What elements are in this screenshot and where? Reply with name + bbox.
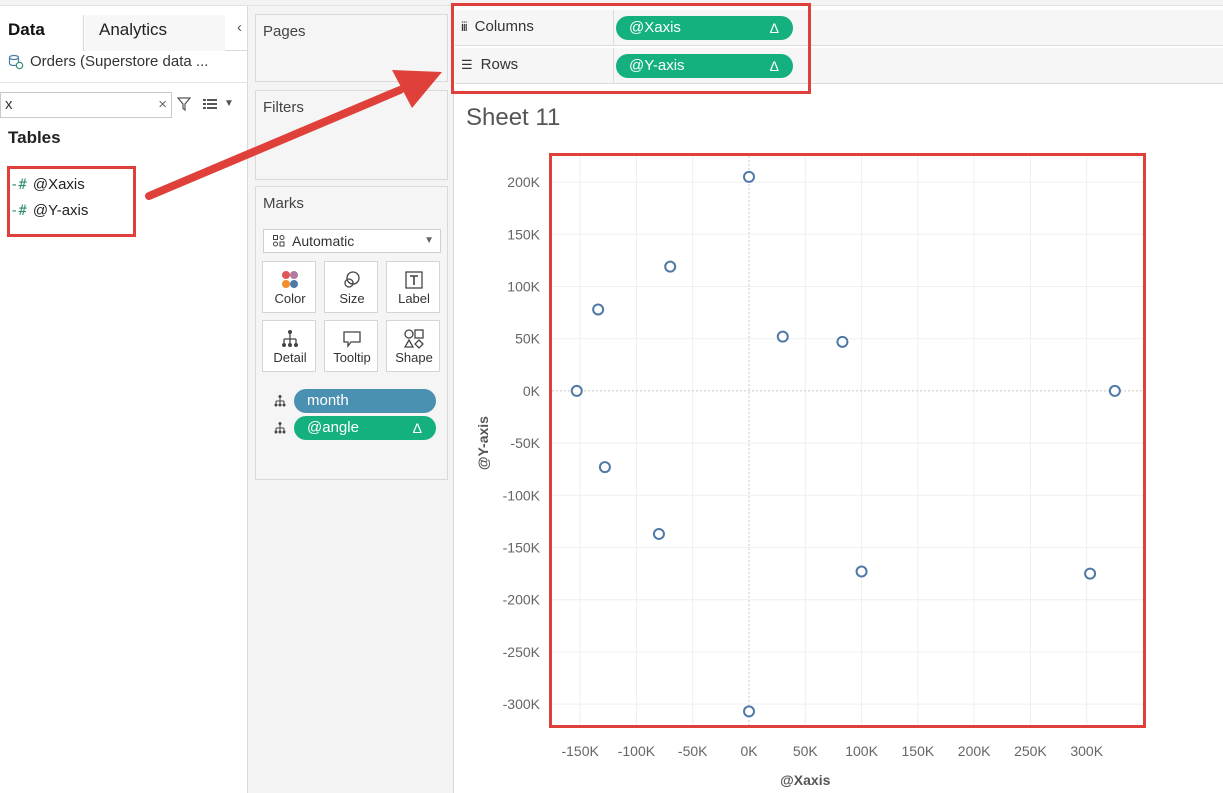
x-tick-label: 100K: [845, 743, 878, 759]
y-tick-label: -300K: [503, 696, 541, 712]
y-tick-label: 200K: [507, 174, 540, 190]
x-tick-label: -100K: [618, 743, 656, 759]
x-tick-label: 150K: [902, 743, 935, 759]
x-tick-label: 50K: [793, 743, 819, 759]
annotation-box-plot: [549, 153, 1146, 728]
x-tick-label: 300K: [1070, 743, 1103, 759]
tableau-workspace: Data Analytics ‹ Orders (Superstore data…: [0, 0, 1223, 793]
y-tick-label: -200K: [503, 592, 541, 608]
x-tick-label: 0K: [740, 743, 758, 759]
y-tick-label: -150K: [503, 540, 541, 556]
x-tick-label: -50K: [678, 743, 708, 759]
y-tick-label: 150K: [507, 226, 540, 242]
y-tick-label: -100K: [503, 487, 541, 503]
x-tick-label: 200K: [958, 743, 991, 759]
annotation-box-shelves: [451, 3, 811, 94]
x-tick-label: 250K: [1014, 743, 1047, 759]
x-axis-title: @Xaxis: [780, 772, 830, 788]
y-tick-label: 50K: [515, 331, 541, 347]
y-tick-label: -50K: [510, 435, 540, 451]
y-tick-label: 100K: [507, 279, 540, 295]
y-tick-label: -250K: [503, 644, 541, 660]
x-tick-label: -150K: [561, 743, 599, 759]
annotation-box-fields: [7, 166, 136, 237]
y-tick-label: 0K: [523, 383, 541, 399]
y-axis-title: @Y-axis: [475, 416, 491, 470]
